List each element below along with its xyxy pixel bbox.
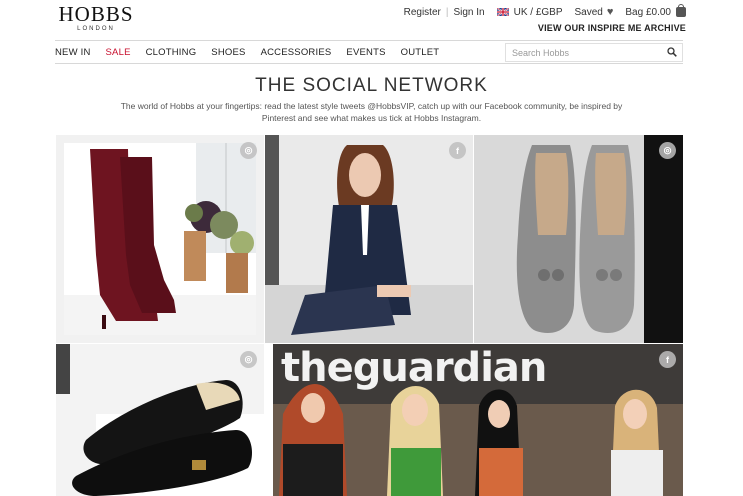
nav-outlet[interactable]: OUTLET (401, 47, 440, 58)
social-tile-navy-coat[interactable]: f (265, 135, 473, 343)
logo-subtitle: LONDON (77, 26, 115, 32)
social-tile-guardian-event[interactable]: theguardian f (273, 344, 683, 496)
nav-clothing[interactable]: CLOTHING (146, 47, 197, 58)
search-icon[interactable] (667, 47, 677, 57)
heart-icon[interactable]: ♥ (607, 6, 614, 18)
region-selector[interactable]: UK / £GBP (514, 7, 563, 18)
nav-sale[interactable]: SALE (106, 47, 131, 58)
page-intro: The world of Hobbs at your fingertips: r… (120, 101, 623, 123)
nav-events[interactable]: EVENTS (346, 47, 385, 58)
nav-new-in[interactable]: NEW IN (55, 47, 91, 58)
nav-shoes[interactable]: SHOES (211, 47, 245, 58)
instagram-icon[interactable]: ◎ (240, 351, 257, 368)
utility-bar: Register | Sign In UK / £GBP Saved ♥ Bag… (404, 4, 686, 18)
page-title: THE SOCIAL NETWORK (255, 75, 488, 96)
facebook-icon[interactable]: f (449, 142, 466, 159)
loafers-photo (474, 135, 683, 343)
inspire-archive-link[interactable]: VIEW OUR INSPIRE ME ARCHIVE (538, 23, 686, 33)
boots-photo (56, 135, 264, 343)
social-tile-monk-shoes[interactable]: ◎ (56, 344, 264, 496)
search-input[interactable] (512, 47, 662, 58)
instagram-icon[interactable]: ◎ (240, 142, 257, 159)
divider: | (445, 6, 449, 18)
main-nav: NEW IN SALE CLOTHING SHOES ACCESSORIES E… (55, 40, 683, 64)
search-box (505, 43, 683, 62)
monk-shoes-photo (56, 344, 264, 496)
register-link[interactable]: Register (404, 7, 441, 18)
sign-in-link[interactable]: Sign In (453, 7, 484, 18)
social-tile-loafers[interactable]: ◎ (474, 135, 683, 343)
social-tile-boots[interactable]: ◎ (56, 135, 264, 343)
facebook-icon[interactable]: f (659, 351, 676, 368)
saved-link[interactable]: Saved (575, 7, 603, 18)
guardian-sign-text: theguardian (281, 345, 547, 391)
logo-wordmark: HOBBS (58, 2, 134, 26)
uk-flag-icon (496, 8, 509, 16)
bag-link[interactable]: Bag £0.00 (625, 7, 671, 18)
nav-accessories[interactable]: ACCESSORIES (261, 47, 332, 58)
shopping-bag-icon[interactable] (676, 4, 686, 17)
instagram-icon[interactable]: ◎ (659, 142, 676, 159)
model-navy-coat-photo (265, 135, 473, 343)
hobbs-logo[interactable]: HOBBS LONDON (56, 3, 136, 32)
